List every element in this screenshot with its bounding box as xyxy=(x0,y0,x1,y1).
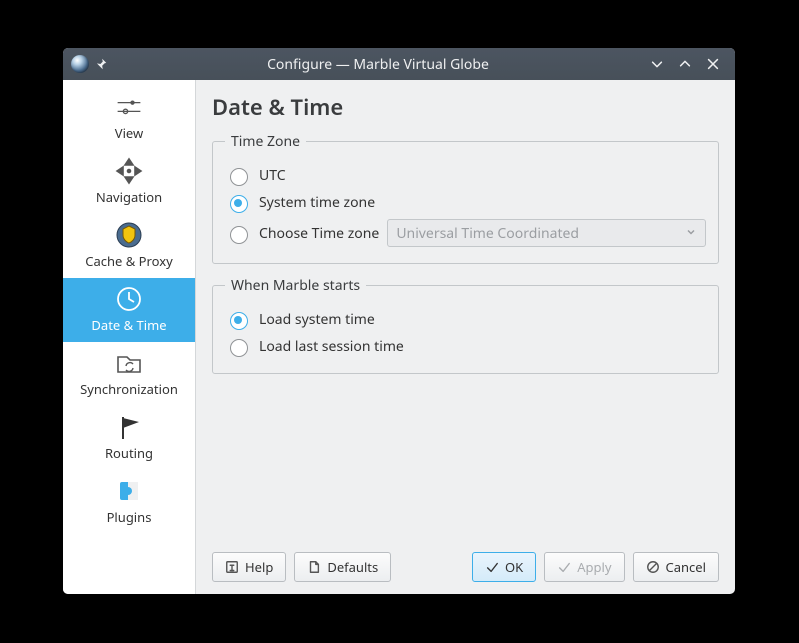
content-pane: Date & Time Time Zone UTC System time zo… xyxy=(195,80,735,594)
plugin-icon xyxy=(115,476,143,506)
check-icon xyxy=(485,560,499,574)
startup-legend: When Marble starts xyxy=(225,276,366,295)
radio-choose-timezone[interactable] xyxy=(230,226,248,244)
check-icon xyxy=(557,560,571,574)
sidebar-item-plugins[interactable]: Plugins xyxy=(63,470,195,534)
ok-button[interactable]: OK xyxy=(472,552,536,582)
label-utc[interactable]: UTC xyxy=(259,166,286,185)
label-system-timezone[interactable]: System time zone xyxy=(259,193,375,212)
sidebar-item-date-time[interactable]: Date & Time xyxy=(63,278,195,342)
flag-icon xyxy=(115,412,143,442)
cancel-button[interactable]: Cancel xyxy=(633,552,719,582)
button-bar: Help Defaults OK Apply Cancel xyxy=(212,544,719,582)
sidebar-item-routing[interactable]: Routing xyxy=(63,406,195,470)
sidebar-item-cache-proxy[interactable]: Cache & Proxy xyxy=(63,214,195,278)
label-load-system-time[interactable]: Load system time xyxy=(259,310,375,329)
radio-load-last-session[interactable] xyxy=(230,339,248,357)
sidebar-item-label: Plugins xyxy=(107,508,152,526)
sidebar-item-label: Cache & Proxy xyxy=(85,252,172,270)
apply-button[interactable]: Apply xyxy=(544,552,624,582)
page-title: Date & Time xyxy=(212,92,719,122)
sidebar-item-label: Routing xyxy=(105,444,153,462)
sliders-icon xyxy=(115,92,143,122)
cancel-icon xyxy=(646,560,660,574)
radio-system-timezone[interactable] xyxy=(230,195,248,213)
timezone-group: Time Zone UTC System time zone Choose Ti… xyxy=(212,132,719,264)
radio-utc[interactable] xyxy=(230,168,248,186)
pin-icon[interactable] xyxy=(89,57,113,71)
globe-shield-icon xyxy=(115,220,143,250)
maximize-button[interactable] xyxy=(671,48,699,80)
timezone-select[interactable]: Universal Time Coordinated xyxy=(387,219,706,247)
titlebar: Configure — Marble Virtual Globe xyxy=(63,48,735,80)
sidebar-item-navigation[interactable]: Navigation xyxy=(63,150,195,214)
label-load-last-session[interactable]: Load last session time xyxy=(259,337,404,356)
configure-window: Configure — Marble Virtual Globe View xyxy=(63,48,735,594)
defaults-button[interactable]: Defaults xyxy=(294,552,391,582)
app-icon xyxy=(71,55,89,73)
sidebar-item-label: Date & Time xyxy=(91,316,166,334)
timezone-legend: Time Zone xyxy=(225,132,306,151)
window-title: Configure — Marble Virtual Globe xyxy=(113,55,643,74)
sidebar-item-synchronization[interactable]: Synchronization xyxy=(63,342,195,406)
close-button[interactable] xyxy=(699,48,727,80)
sidebar-item-view[interactable]: View xyxy=(63,86,195,150)
label-choose-timezone[interactable]: Choose Time zone xyxy=(259,224,379,243)
folder-sync-icon xyxy=(115,348,143,378)
chevron-down-icon xyxy=(685,224,697,243)
sidebar: View Navigation xyxy=(63,80,195,594)
sidebar-item-label: Synchronization xyxy=(80,380,178,398)
minimize-button[interactable] xyxy=(643,48,671,80)
sidebar-item-label: View xyxy=(115,124,143,142)
clock-icon xyxy=(115,284,143,314)
help-icon xyxy=(225,560,239,574)
radio-load-system-time[interactable] xyxy=(230,312,248,330)
timezone-select-value: Universal Time Coordinated xyxy=(396,224,579,243)
sidebar-item-label: Navigation xyxy=(96,188,162,206)
help-button[interactable]: Help xyxy=(212,552,286,582)
move-arrows-icon xyxy=(115,156,143,186)
startup-group: When Marble starts Load system time Load… xyxy=(212,276,719,374)
document-icon xyxy=(307,560,321,574)
